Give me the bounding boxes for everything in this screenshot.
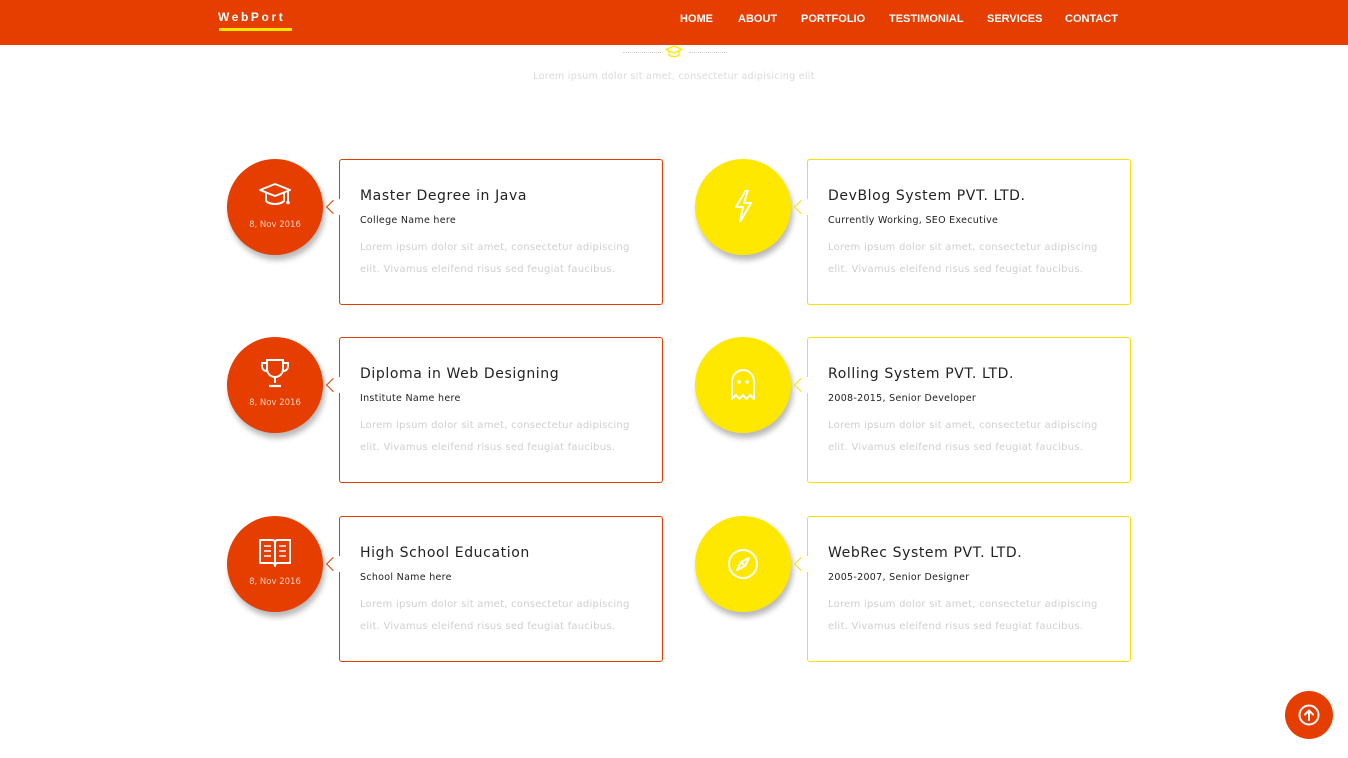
card-title: High School Education [360,545,530,561]
card-description: Lorem ipsum dolor sit amet, consectetur … [360,242,630,275]
card-description: Lorem ipsum dolor sit amet, consectetur … [828,420,1098,453]
card-description: Lorem ipsum dolor sit amet, consectetur … [828,242,1098,275]
card-pointer [793,199,809,215]
arrow-up-circle-icon [1298,704,1320,726]
nav-contact[interactable]: CONTACT [1065,13,1118,25]
top-navbar: WebPort HOME ABOUT PORTFOLIO TESTIMONIAL… [0,0,1348,45]
timeline-badge: 8, Nov 2016 [227,516,323,612]
timeline-card: High School Education School Name here L… [339,516,663,662]
nav-services[interactable]: SERVICES [987,13,1042,25]
timeline-badge: 8, Nov 2016 [227,337,323,433]
timeline-item-education-2: 8, Nov 2016 Diploma in Web Designing Ins… [227,337,677,485]
nav-about[interactable]: ABOUT [738,13,777,25]
nav-home[interactable]: HOME [680,13,713,25]
timeline-date: 8, Nov 2016 [249,577,301,587]
trophy-icon [261,359,289,388]
graduation-cap-icon [259,183,291,205]
card-subtitle: 2008-2015, Senior Developer [828,393,977,404]
card-pointer [793,377,809,393]
timeline-card: Master Degree in Java College Name here … [339,159,663,305]
timeline-card: WebRec System PVT. LTD. 2005-2007, Senio… [807,516,1131,662]
card-subtitle: College Name here [360,215,457,226]
graduation-cap-icon [665,45,683,58]
timeline-card: DevBlog System PVT. LTD. Currently Worki… [807,159,1131,305]
compass-icon [728,549,758,579]
back-to-top-button[interactable] [1285,691,1333,739]
card-pointer [325,556,341,572]
ghost-icon [731,369,755,400]
card-description: Lorem ipsum dolor sit amet, consectetur … [360,420,630,453]
timeline-item-experience-3: WebRec System PVT. LTD. 2005-2007, Senio… [695,516,1145,664]
card-title: Rolling System PVT. LTD. [828,366,1015,382]
heading-divider-right [689,52,727,53]
timeline-card: Rolling System PVT. LTD. 2008-2015, Seni… [807,337,1131,483]
timeline-date: 8, Nov 2016 [249,398,301,408]
timeline-item-education-1: 8, Nov 2016 Master Degree in Java Colleg… [227,159,677,307]
card-subtitle: Institute Name here [360,393,461,404]
section-heading: Lorem ipsum dolor sit amet, consectetur … [0,45,1348,85]
card-pointer [325,377,341,393]
card-description: Lorem ipsum dolor sit amet, consectetur … [360,599,630,632]
card-title: Master Degree in Java [360,188,528,204]
nav-portfolio[interactable]: PORTFOLIO [801,13,865,25]
timeline-badge [695,159,791,255]
nav-menu: HOME ABOUT PORTFOLIO TESTIMONIAL SERVICE… [0,13,1348,29]
lightning-icon [735,190,752,222]
card-pointer [325,199,341,215]
card-subtitle: Currently Working, SEO Executive [828,215,999,226]
card-title: DevBlog System PVT. LTD. [828,188,1026,204]
section-subtitle: Lorem ipsum dolor sit amet, consectetur … [533,71,815,82]
timeline-card: Diploma in Web Designing Institute Name … [339,337,663,483]
heading-divider-left [623,52,661,53]
nav-testimonial[interactable]: TESTIMONIAL [889,13,964,25]
timeline-badge: 8, Nov 2016 [227,159,323,255]
timeline-badge [695,516,791,612]
timeline-item-experience-2: Rolling System PVT. LTD. 2008-2015, Seni… [695,337,1145,485]
book-icon [259,539,291,567]
card-title: WebRec System PVT. LTD. [828,545,1023,561]
card-subtitle: School Name here [360,572,452,583]
card-pointer [793,556,809,572]
card-subtitle: 2005-2007, Senior Designer [828,572,970,583]
timeline-badge [695,337,791,433]
card-title: Diploma in Web Designing [360,366,560,382]
timeline-date: 8, Nov 2016 [249,220,301,230]
timeline-item-education-3: 8, Nov 2016 High School Education School… [227,516,677,664]
timeline-item-experience-1: DevBlog System PVT. LTD. Currently Worki… [695,159,1145,307]
card-description: Lorem ipsum dolor sit amet, consectetur … [828,599,1098,632]
